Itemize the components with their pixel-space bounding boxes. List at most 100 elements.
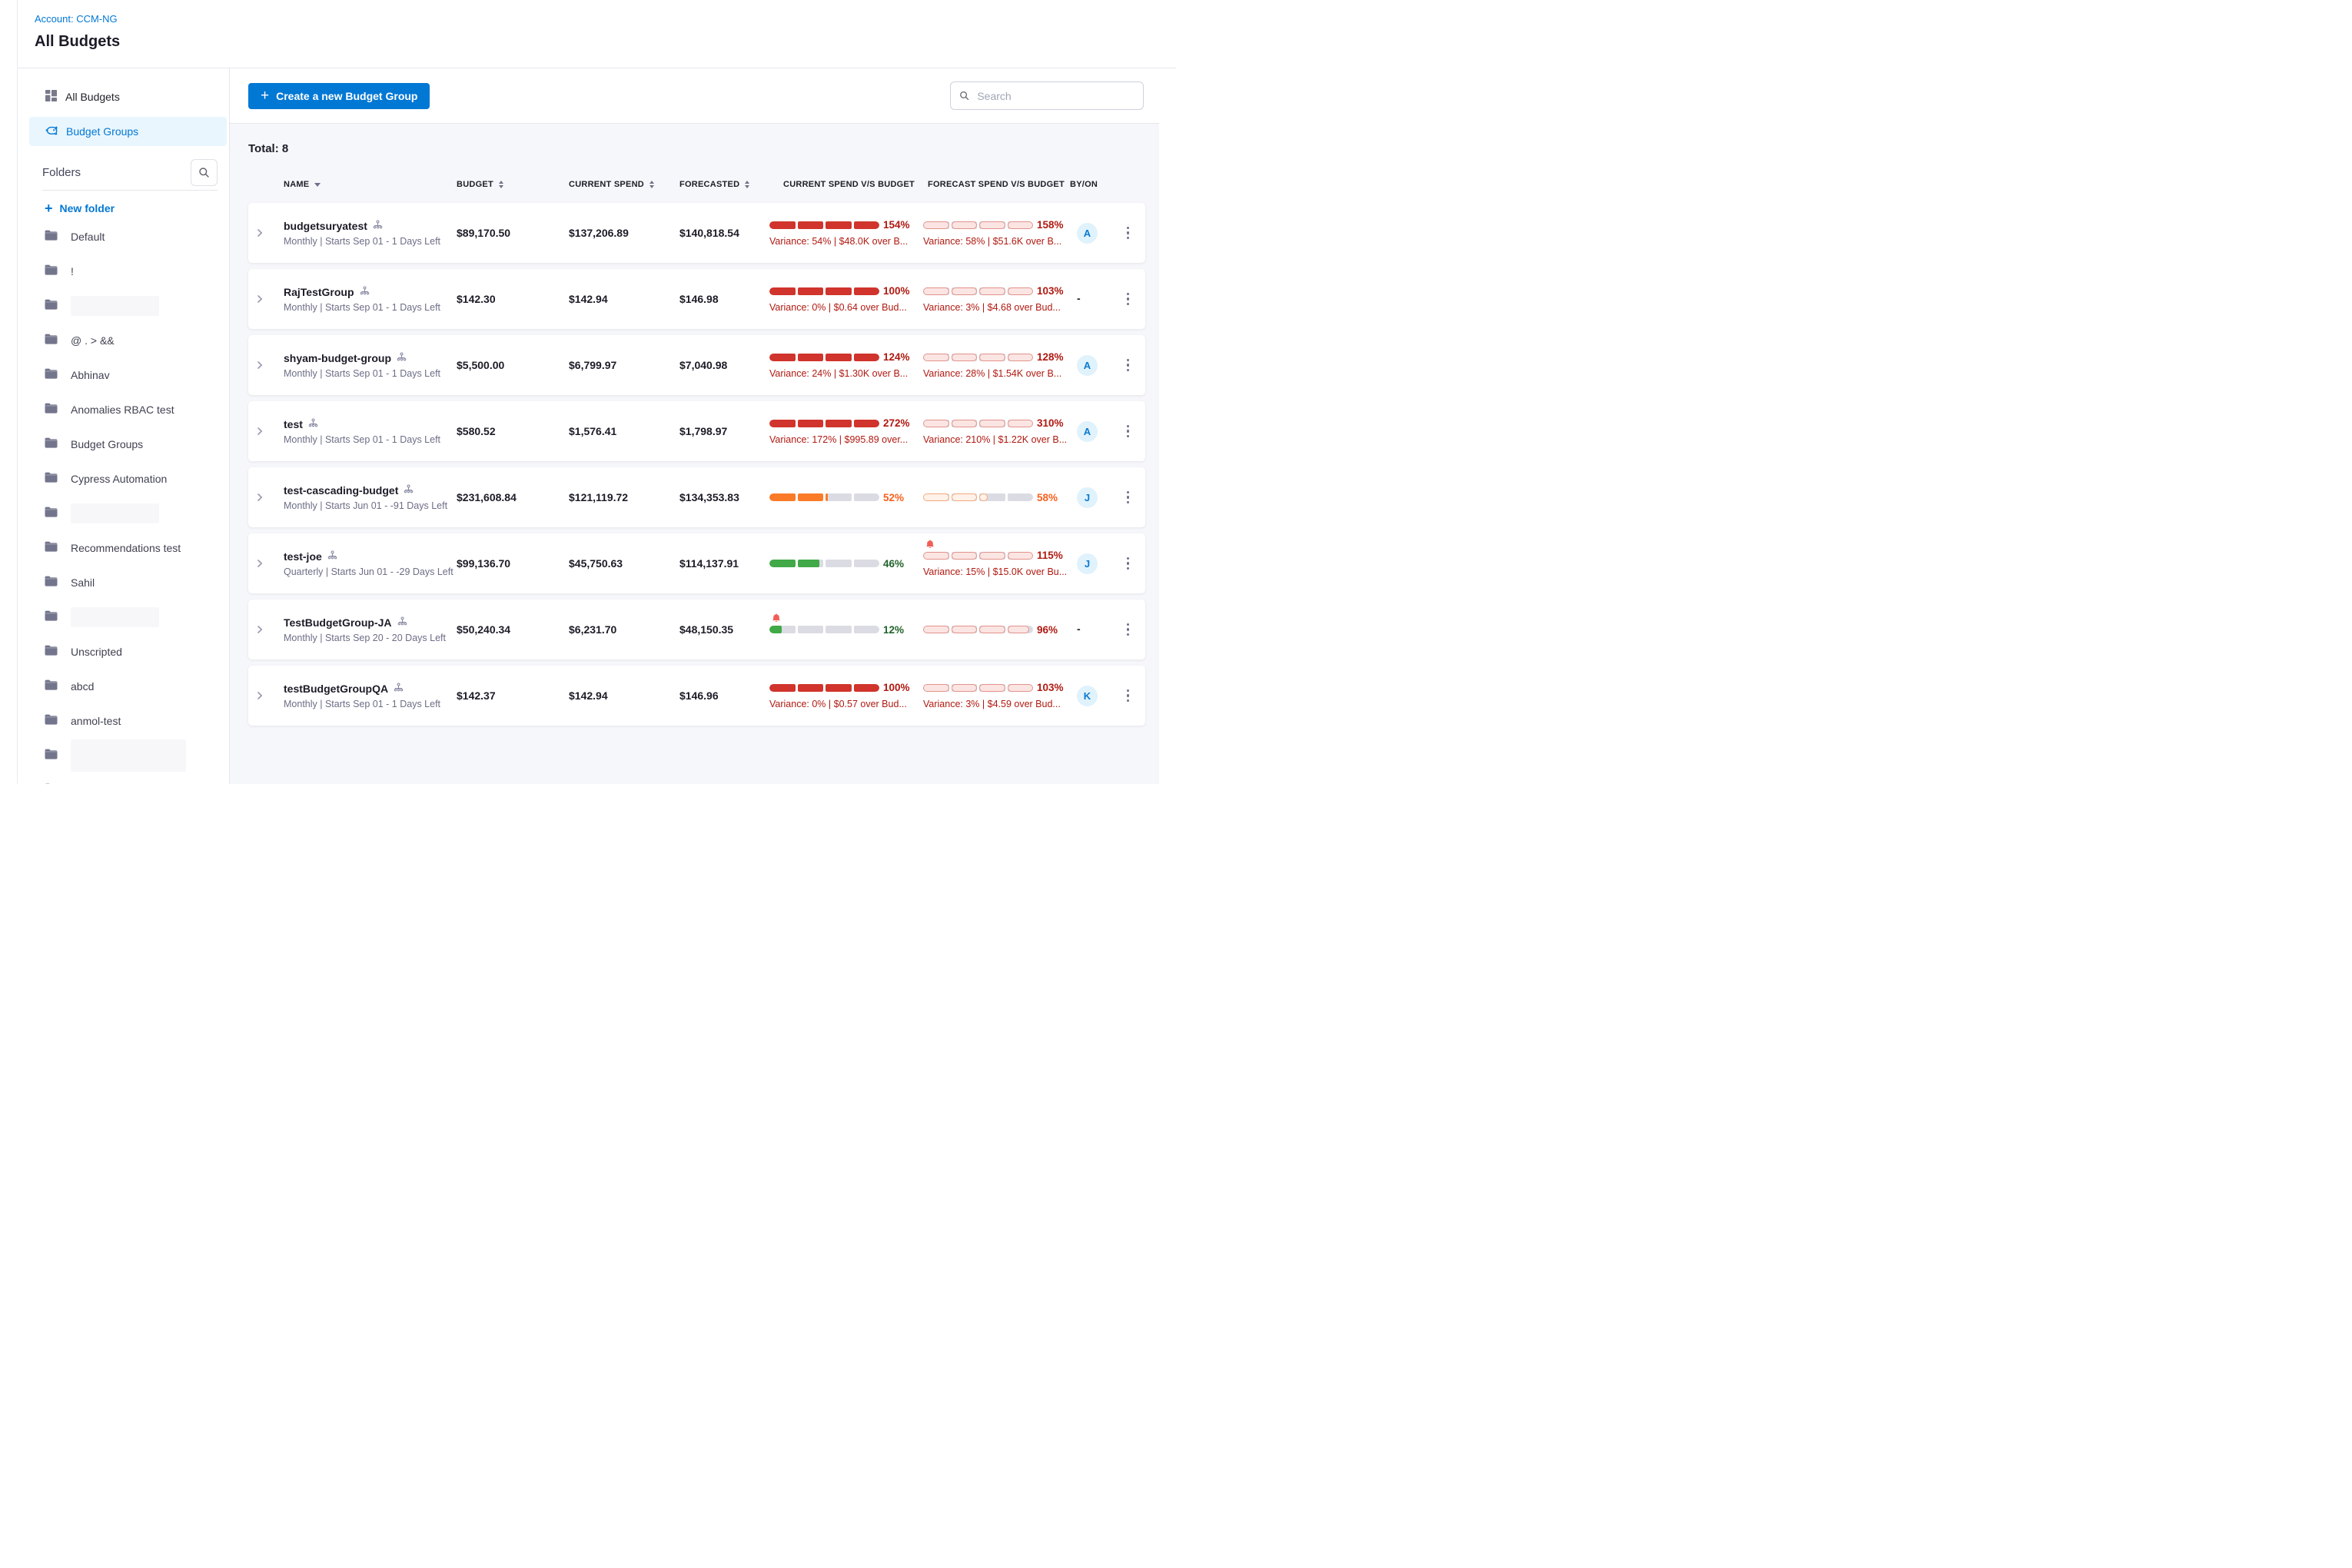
folder-icon <box>45 749 58 762</box>
search-icon <box>959 90 969 101</box>
new-folder-button[interactable]: + New folder <box>45 202 229 214</box>
current-spend-value: $6,231.70 <box>563 623 673 636</box>
progress-bar <box>769 626 879 633</box>
folder-item[interactable]: Recommendations test <box>18 530 229 565</box>
variance-text: Variance: 24% | $1.30K over B... <box>769 368 923 379</box>
forecast-vs-budget-cell: 310%Variance: 210% | $1.22K over B... <box>923 401 1068 461</box>
table-row[interactable]: shyam-budget-group Monthly | Starts Sep … <box>248 335 1145 395</box>
folder-item[interactable] <box>18 772 229 784</box>
bar-percentage: 12% <box>883 624 904 636</box>
budget-group-name[interactable]: shyam-budget-group <box>284 352 391 364</box>
table-row[interactable]: testBudgetGroupQA Monthly | Starts Sep 0… <box>248 666 1145 726</box>
folder-item[interactable] <box>18 288 229 323</box>
progress-bar <box>769 560 879 567</box>
current-vs-budget-cell: 52% <box>769 467 923 527</box>
budget-value: $142.30 <box>450 293 563 305</box>
table-row[interactable]: test-joe Quarterly | Starts Jun 01 - -29… <box>248 533 1145 593</box>
folder-item[interactable]: Anomalies RBAC test <box>18 392 229 427</box>
row-menu-button[interactable] <box>1124 686 1133 706</box>
expand-chevron-icon[interactable] <box>254 360 265 370</box>
folder-item[interactable]: Cypress Automation <box>18 461 229 496</box>
folder-item[interactable]: ! <box>18 254 229 288</box>
alert-bell-icon <box>925 540 935 553</box>
folder-item[interactable]: Sahil <box>18 565 229 600</box>
column-header-by-on: BY/ON <box>1068 180 1111 189</box>
folder-icon <box>45 299 58 312</box>
expand-chevron-icon[interactable] <box>254 228 265 238</box>
table-row[interactable]: TestBudgetGroup-JA Monthly | Starts Sep … <box>248 600 1145 659</box>
budget-group-name[interactable]: test-joe <box>284 550 322 563</box>
folder-item[interactable] <box>18 496 229 530</box>
column-header-name[interactable]: NAME <box>271 180 450 189</box>
expand-chevron-icon[interactable] <box>254 294 265 304</box>
folder-search-button[interactable] <box>191 159 218 186</box>
hierarchy-icon <box>397 352 407 364</box>
current-vs-budget-cell: 100%Variance: 0% | $0.57 over Bud... <box>769 666 923 726</box>
create-budget-group-button[interactable]: + Create a new Budget Group <box>248 83 430 109</box>
budget-group-name[interactable]: RajTestGroup <box>284 286 354 298</box>
row-menu-button[interactable] <box>1124 422 1133 441</box>
column-header-budget[interactable]: BUDGET <box>450 180 563 189</box>
bar-percentage: 96% <box>1037 624 1058 636</box>
budget-groups-table-region: Total: 8 NAME BUDGET CURRENT SPEND <box>230 123 1159 784</box>
expand-chevron-icon[interactable] <box>254 624 265 635</box>
table-row[interactable]: RajTestGroup Monthly | Starts Sep 01 - 1… <box>248 269 1145 329</box>
folder-list: Default ! @ . > && Abhinav Anomalies RBA… <box>18 219 229 784</box>
variance-text: Variance: 28% | $1.54K over B... <box>923 368 1068 379</box>
current-spend-value: $6,799.97 <box>563 359 673 371</box>
row-menu-button[interactable] <box>1124 290 1133 309</box>
budget-group-name[interactable]: test <box>284 418 303 430</box>
folder-item[interactable]: anmol-test <box>18 703 229 738</box>
folder-item[interactable]: Unscripted <box>18 634 229 669</box>
sidebar: All Budgets Budget Groups Folders + New … <box>18 68 230 784</box>
column-header-forecasted[interactable]: FORECASTED <box>673 180 769 189</box>
budget-group-name[interactable]: budgetsuryatest <box>284 220 367 232</box>
folder-item[interactable]: Budget Groups <box>18 427 229 461</box>
folder-item[interactable]: @ . > && <box>18 323 229 357</box>
folder-icon <box>45 334 58 347</box>
folder-item[interactable] <box>18 600 229 634</box>
redacted-folder-name <box>71 296 159 316</box>
current-vs-budget-cell: 46% <box>769 533 923 593</box>
row-menu-button[interactable] <box>1124 224 1133 243</box>
forecast-vs-budget-cell: 158%Variance: 58% | $51.6K over B... <box>923 203 1068 263</box>
page-title: All Budgets <box>35 33 1176 51</box>
table-row[interactable]: test Monthly | Starts Sep 01 - 1 Days Le… <box>248 401 1145 461</box>
folder-item[interactable] <box>18 738 229 772</box>
folder-item[interactable]: Default <box>18 219 229 254</box>
sidebar-item-budget-groups[interactable]: Budget Groups <box>29 117 227 146</box>
row-menu-button[interactable] <box>1124 620 1133 639</box>
folder-item[interactable]: abcd <box>18 669 229 703</box>
forecast-vs-budget-cell: 128%Variance: 28% | $1.54K over B... <box>923 335 1068 395</box>
folder-item[interactable]: Abhinav <box>18 357 229 392</box>
budget-group-name[interactable]: test-cascading-budget <box>284 484 398 497</box>
by-on-cell: A <box>1068 421 1111 442</box>
by-on-empty: - <box>1077 292 1081 304</box>
expand-chevron-icon[interactable] <box>254 690 265 701</box>
search-input[interactable] <box>975 89 1134 103</box>
bar-percentage: 154% <box>883 219 910 231</box>
app-window: Account: CCM-NG All Budgets All Budgets … <box>17 0 1176 784</box>
column-header-current-vs-budget: CURRENT SPEND V/S BUDGET <box>769 180 923 189</box>
row-menu-button[interactable] <box>1124 554 1133 573</box>
budget-value: $99,136.70 <box>450 557 563 570</box>
row-menu-button[interactable] <box>1124 488 1133 507</box>
row-menu-button[interactable] <box>1124 356 1133 375</box>
redacted-folder-name <box>71 739 186 772</box>
sidebar-item-all-budgets[interactable]: All Budgets <box>29 82 227 111</box>
account-breadcrumb-link[interactable]: Account: CCM-NG <box>35 13 118 25</box>
budget-group-name[interactable]: TestBudgetGroup-JA <box>284 616 392 629</box>
budget-group-name[interactable]: testBudgetGroupQA <box>284 683 388 695</box>
table-row[interactable]: budgetsuryatest Monthly | Starts Sep 01 … <box>248 203 1145 263</box>
table-row[interactable]: test-cascading-budget Monthly | Starts J… <box>248 467 1145 527</box>
bar-percentage: 100% <box>883 285 910 297</box>
expand-chevron-icon[interactable] <box>254 426 265 437</box>
progress-bar <box>923 626 1033 633</box>
expand-chevron-icon[interactable] <box>254 558 265 569</box>
search-icon <box>198 167 210 178</box>
column-header-current-spend[interactable]: CURRENT SPEND <box>563 180 673 189</box>
forecast-vs-budget-cell: 103%Variance: 3% | $4.59 over Bud... <box>923 666 1068 726</box>
folder-name: Sahil <box>71 576 95 589</box>
folder-name: Unscripted <box>71 646 122 658</box>
expand-chevron-icon[interactable] <box>254 492 265 503</box>
